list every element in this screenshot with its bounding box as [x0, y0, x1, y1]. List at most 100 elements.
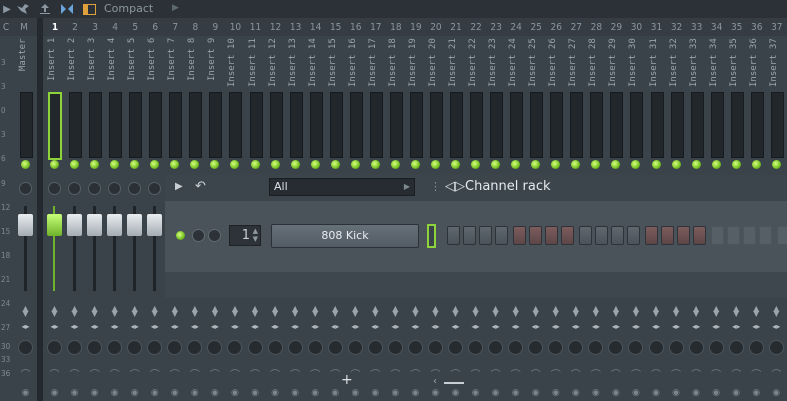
stereo-separation-icon[interactable]: ◂▸ — [269, 322, 282, 332]
route-arrows-icon[interactable]: ▲ ▼ — [751, 305, 762, 318]
track-number-29[interactable]: 29 — [608, 18, 624, 36]
track-number-33[interactable]: 33 — [689, 18, 705, 36]
link-icon[interactable]: ◉ — [629, 388, 642, 400]
mute-led[interactable] — [370, 160, 380, 169]
route-arrows-icon[interactable]: ▲ ▼ — [550, 305, 561, 318]
mute-led[interactable] — [21, 160, 30, 169]
route-arrows-icon[interactable]: ▲ ▼ — [470, 305, 481, 318]
send-knob[interactable] — [87, 340, 103, 355]
route-icon[interactable]: ⌒ — [609, 366, 622, 381]
track-number-11[interactable]: 11 — [248, 18, 264, 36]
link-icon[interactable]: ◉ — [389, 388, 402, 400]
stereo-separation-icon[interactable]: ◂▸ — [670, 322, 683, 332]
link-icon[interactable]: ◉ — [549, 388, 562, 400]
send-knob[interactable] — [367, 340, 383, 355]
send-knob[interactable] — [327, 340, 343, 355]
stereo-separation-icon[interactable]: ◂▸ — [730, 322, 743, 332]
track-number-32[interactable]: 32 — [669, 18, 685, 36]
stereo-separation-icon[interactable]: ◂▸ — [349, 322, 362, 332]
stereo-separation-icon[interactable]: ◂▸ — [208, 322, 221, 332]
link-icon[interactable]: ◉ — [128, 388, 141, 400]
mute-led[interactable] — [771, 160, 781, 169]
track-number-13[interactable]: 13 — [288, 18, 304, 36]
stereo-separation-icon[interactable]: ◂▸ — [529, 322, 542, 332]
step-button[interactable] — [727, 226, 740, 245]
mute-led[interactable] — [471, 160, 481, 169]
track-number-28[interactable]: 28 — [588, 18, 604, 36]
person-upload-icon[interactable] — [37, 2, 53, 16]
channel-filter-select[interactable]: All ▶ — [269, 178, 415, 196]
track-number-10[interactable]: 10 — [227, 18, 243, 36]
channel-mixer-track-stepper[interactable]: 1 ▲ ▼ — [229, 225, 261, 246]
route-arrows-icon[interactable]: ▲ ▼ — [691, 305, 702, 318]
route-icon[interactable]: ⌒ — [289, 366, 302, 381]
route-icon[interactable]: ⌒ — [68, 366, 81, 381]
step-button[interactable] — [627, 226, 640, 245]
mute-led[interactable] — [150, 160, 160, 169]
route-arrows-icon[interactable]: ▲ ▼ — [731, 305, 742, 318]
route-icon[interactable]: ⌒ — [770, 366, 783, 381]
volume-fader[interactable] — [18, 214, 33, 236]
send-knob[interactable] — [227, 340, 243, 355]
step-button[interactable] — [645, 226, 658, 245]
send-knob[interactable] — [147, 340, 163, 355]
route-arrows-icon[interactable]: ▲ ▼ — [250, 305, 261, 318]
step-button[interactable] — [777, 226, 787, 245]
stereo-separation-icon[interactable]: ◂▸ — [690, 322, 703, 332]
track-number-26[interactable]: 26 — [548, 18, 564, 36]
send-knob[interactable] — [728, 340, 744, 355]
route-icon[interactable]: ⌒ — [19, 366, 32, 381]
track-number-34[interactable]: 34 — [709, 18, 725, 36]
mute-led[interactable] — [90, 160, 100, 169]
track-number-25[interactable]: 25 — [528, 18, 544, 36]
route-arrows-icon[interactable]: ▲ ▼ — [310, 305, 321, 318]
send-knob[interactable] — [768, 340, 784, 355]
mixer-strip-insert-5[interactable]: Insert 5 ▲ ▼ ◂▸ ⌒ ◉ — [125, 36, 144, 401]
mute-led[interactable] — [611, 160, 621, 169]
arrow-right-icon[interactable]: ▶ — [2, 2, 12, 16]
route-icon[interactable]: ⌒ — [750, 366, 763, 381]
link-icon[interactable]: ◉ — [690, 388, 703, 400]
bowtie-icon[interactable] — [59, 2, 75, 16]
route-icon[interactable]: ⌒ — [329, 366, 342, 381]
send-knob[interactable] — [468, 340, 484, 355]
route-arrows-icon[interactable]: ▲ ▼ — [410, 305, 421, 318]
step-button[interactable] — [677, 226, 690, 245]
send-knob[interactable] — [387, 340, 403, 355]
mute-led[interactable] — [110, 160, 120, 169]
mute-led[interactable] — [130, 160, 140, 169]
route-icon[interactable]: ⌒ — [549, 366, 562, 381]
stereo-separation-icon[interactable]: ◂▸ — [770, 322, 783, 332]
link-icon[interactable]: ◉ — [168, 388, 181, 400]
layout-mode-label[interactable]: Compact — [104, 2, 153, 15]
mute-led[interactable] — [551, 160, 561, 169]
stereo-separation-icon[interactable]: ◂▸ — [629, 322, 642, 332]
step-button[interactable] — [545, 226, 558, 245]
link-icon[interactable]: ◉ — [289, 388, 302, 400]
mixer-strip-insert-6[interactable]: Insert 6 ▲ ▼ ◂▸ ⌒ ◉ — [145, 36, 164, 401]
send-knob[interactable] — [427, 340, 443, 355]
mute-led[interactable] — [350, 160, 360, 169]
send-knob[interactable] — [127, 340, 143, 355]
route-icon[interactable]: ⌒ — [469, 366, 482, 381]
route-icon[interactable]: ⌒ — [389, 366, 402, 381]
stereo-separation-icon[interactable]: ◂▸ — [449, 322, 462, 332]
stereo-separation-icon[interactable]: ◂▸ — [509, 322, 522, 332]
link-icon[interactable]: ◉ — [228, 388, 241, 400]
route-arrows-icon[interactable]: ▲ ▼ — [270, 305, 281, 318]
stereo-separation-icon[interactable]: ◂▸ — [469, 322, 482, 332]
step-button[interactable] — [759, 226, 772, 245]
volume-fader[interactable] — [147, 214, 163, 236]
track-number-7[interactable]: 7 — [167, 18, 183, 36]
send-knob[interactable] — [668, 340, 684, 355]
send-knob[interactable] — [588, 340, 604, 355]
stereo-separation-icon[interactable]: ◂▸ — [369, 322, 382, 332]
send-knob[interactable] — [107, 340, 123, 355]
link-icon[interactable]: ◉ — [529, 388, 542, 400]
mute-led[interactable] — [50, 160, 59, 169]
speaker-icon[interactable]: ◁▷ — [445, 179, 465, 194]
mute-led[interactable] — [571, 160, 581, 169]
step-button[interactable] — [447, 226, 460, 245]
channel-pan-knob[interactable] — [208, 229, 221, 242]
mute-led[interactable] — [751, 160, 761, 169]
